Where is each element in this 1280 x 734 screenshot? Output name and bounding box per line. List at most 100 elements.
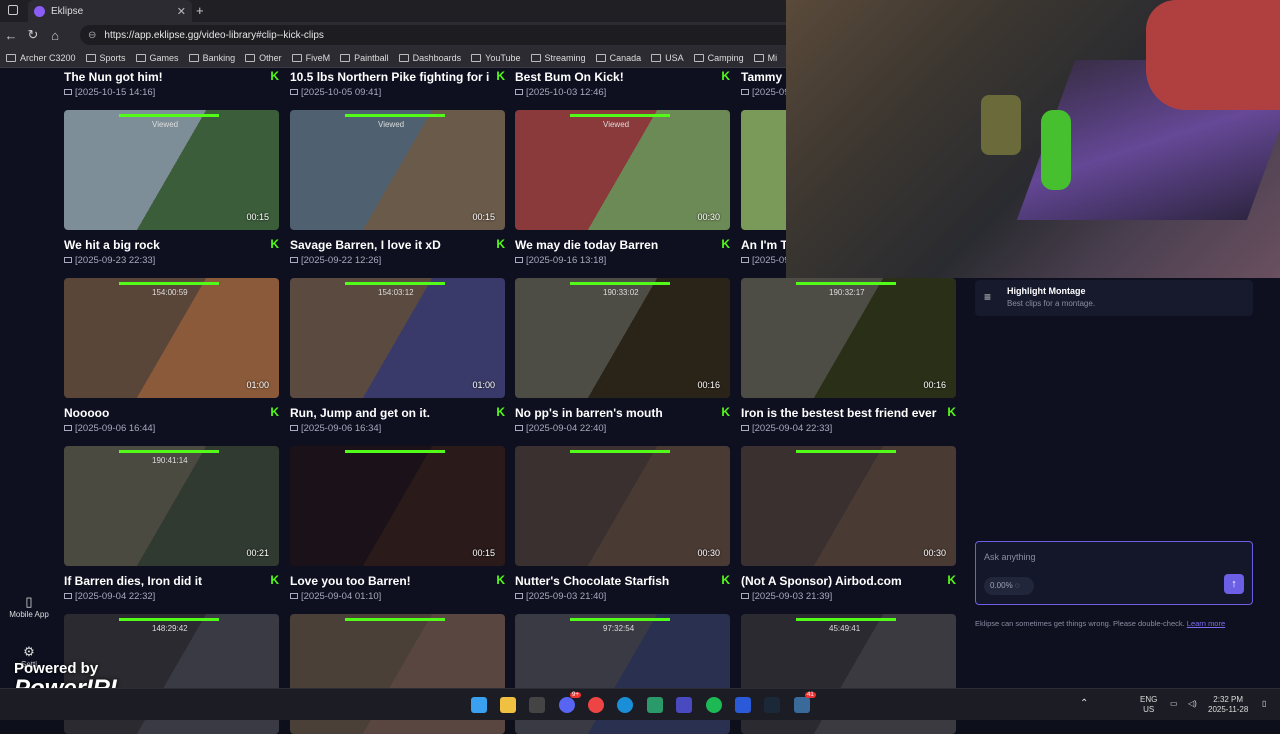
clip-thumbnail[interactable]: Viewed 00:30 xyxy=(515,110,730,230)
clip-thumbnail[interactable]: 190:32:17 00:16 xyxy=(741,278,956,398)
clip-thumbnail[interactable]: 00:30 xyxy=(741,446,956,566)
file-explorer-icon[interactable] xyxy=(500,697,516,713)
clip-date-text: [2025-09-06 16:44] xyxy=(75,423,156,434)
bookmark-label: Dashboards xyxy=(412,52,462,63)
folder-icon xyxy=(530,53,541,62)
thumbnail-overlay-text: 148:29:42 xyxy=(152,624,188,633)
bookmark-item[interactable]: YouTube xyxy=(471,53,521,63)
ask-input[interactable] xyxy=(984,550,1224,564)
notifications-icon[interactable]: ▯ xyxy=(1262,699,1266,709)
folder-icon xyxy=(753,53,764,62)
window-menu-icon[interactable] xyxy=(8,5,18,15)
bookmark-item[interactable]: FiveM xyxy=(291,53,330,63)
clip-title: 10.5 lbs Northern Pike fighting for i... xyxy=(290,70,490,84)
bookmark-label: USA xyxy=(665,52,684,63)
clip-thumbnail[interactable]: 190:41:14 00:21 xyxy=(64,446,279,566)
media-icon[interactable] xyxy=(676,697,692,713)
film-icon xyxy=(741,89,749,95)
thumbnail-overlay-text: 190:32:17 xyxy=(829,288,865,297)
volume-icon[interactable]: ◁) xyxy=(1188,699,1197,709)
bookmark-item[interactable]: Camping xyxy=(693,53,744,63)
bookmark-item[interactable]: USA xyxy=(651,53,684,63)
browser-tab[interactable]: Eklipse ✕ xyxy=(28,0,192,22)
kick-badge-icon: K xyxy=(721,573,730,587)
health-bar-graphic xyxy=(796,282,896,285)
discord-icon[interactable] xyxy=(559,697,575,713)
clip-date: [2025-09-03 21:40] xyxy=(515,591,606,602)
language-indicator[interactable]: ENG US xyxy=(1140,695,1157,715)
discord-badge: 9+ xyxy=(570,692,581,698)
film-icon xyxy=(741,257,749,263)
clip-title: Run, Jump and get on it. xyxy=(290,406,430,420)
bookmark-item[interactable]: Dashboards xyxy=(398,52,462,63)
back-icon[interactable]: ← xyxy=(0,28,22,43)
clip-thumbnail[interactable]: 00:15 xyxy=(290,446,505,566)
health-bar-graphic xyxy=(345,450,445,453)
clip-date: [2025-09-04 22:32] xyxy=(64,591,155,602)
thumbnail-overlay-text: 45:49:41 xyxy=(829,624,861,633)
app-icon[interactable] xyxy=(647,697,663,713)
highlight-montage-option[interactable]: ≡ Highlight Montage Best clips for a mon… xyxy=(975,280,1253,316)
close-tab-icon[interactable]: ✕ xyxy=(177,5,186,18)
mobile-app-button[interactable]: ▯ Mobile App xyxy=(0,594,58,619)
start-icon[interactable] xyxy=(471,697,487,713)
film-icon xyxy=(290,89,298,95)
film-icon xyxy=(515,257,523,263)
site-info-icon[interactable]: ⊖ xyxy=(88,30,96,41)
bookmark-item[interactable]: Other xyxy=(245,53,282,63)
clip-duration: 00:30 xyxy=(697,548,720,558)
network-icon[interactable]: ▭ xyxy=(1170,699,1178,709)
kick-badge-icon: K xyxy=(496,237,505,251)
bookmark-item[interactable]: Sports xyxy=(85,53,126,63)
bottle-image xyxy=(981,95,1021,155)
extra-app-icon[interactable] xyxy=(794,697,810,713)
clip-thumbnail[interactable]: Viewed 00:15 xyxy=(64,110,279,230)
film-icon xyxy=(515,593,523,599)
bg-app-icon[interactable] xyxy=(735,697,751,713)
learn-more-link[interactable]: Learn more xyxy=(1187,619,1225,628)
clip-thumbnail[interactable]: Viewed 00:15 xyxy=(290,110,505,230)
home-icon[interactable]: ⌂ xyxy=(44,28,66,43)
send-button[interactable]: ↑ xyxy=(1224,574,1244,594)
bookmark-label: Other xyxy=(259,52,282,63)
url-text: https://app.eklipse.gg/video-library#cli… xyxy=(104,29,324,41)
health-bar-graphic xyxy=(345,282,445,285)
clip-date-text: [2025-09 xyxy=(752,255,790,266)
clip-date: [2025-09-06 16:34] xyxy=(290,423,381,434)
tab-title: Eklipse xyxy=(51,5,84,17)
bookmark-item[interactable]: Streaming xyxy=(530,53,586,63)
clip-thumbnail[interactable]: 154:00:59 01:00 xyxy=(64,278,279,398)
clock[interactable]: 2:32 PM 2025-11-28 xyxy=(1208,695,1248,715)
clip-thumbnail[interactable]: 154:03:12 01:00 xyxy=(290,278,505,398)
disclaimer-text: Eklipse can sometimes get things wrong. … xyxy=(975,619,1185,628)
clip-thumbnail[interactable]: 00:30 xyxy=(515,446,730,566)
reload-icon[interactable]: ↻ xyxy=(22,27,44,43)
steam-icon[interactable] xyxy=(764,697,780,713)
clip-title: If Barren dies, Iron did it xyxy=(64,574,203,588)
thumbnail-overlay-text: 154:00:59 xyxy=(152,288,188,297)
new-tab-icon[interactable]: + xyxy=(196,3,204,18)
clip-title: We hit a big rock xyxy=(64,238,160,252)
store-icon[interactable] xyxy=(529,697,545,713)
bookmark-item[interactable]: Games xyxy=(135,53,179,63)
clip-thumbnail[interactable]: 190:33:02 00:16 xyxy=(515,278,730,398)
bookmark-item[interactable]: Paintball xyxy=(340,53,389,63)
bookmark-label: Archer C3200 xyxy=(20,52,76,63)
bookmark-item[interactable]: Canada xyxy=(595,52,642,63)
folder-icon xyxy=(471,53,482,62)
kick-badge-icon: K xyxy=(721,237,730,251)
chrome-icon[interactable] xyxy=(588,697,604,713)
spotify-icon[interactable] xyxy=(706,697,722,713)
tray-chevron-icon[interactable]: ⌃ xyxy=(1080,699,1088,709)
bookmark-label: Canada xyxy=(609,52,642,63)
thumbnail-overlay-text: 154:03:12 xyxy=(378,288,414,297)
clip-duration: 00:15 xyxy=(472,212,495,222)
date-text: 2025-11-28 xyxy=(1208,705,1249,714)
bookmark-item[interactable]: Mi xyxy=(753,53,777,63)
url-field[interactable]: ⊖ https://app.eklipse.gg/video-library#c… xyxy=(80,25,800,45)
bookmark-item[interactable]: Archer C3200 xyxy=(6,53,76,63)
edge-icon[interactable] xyxy=(617,697,633,713)
bookmark-item[interactable]: Banking xyxy=(188,53,235,63)
clip-date-text: [2025-09-16 13:18] xyxy=(526,255,607,266)
kick-badge-icon: K xyxy=(496,405,505,419)
